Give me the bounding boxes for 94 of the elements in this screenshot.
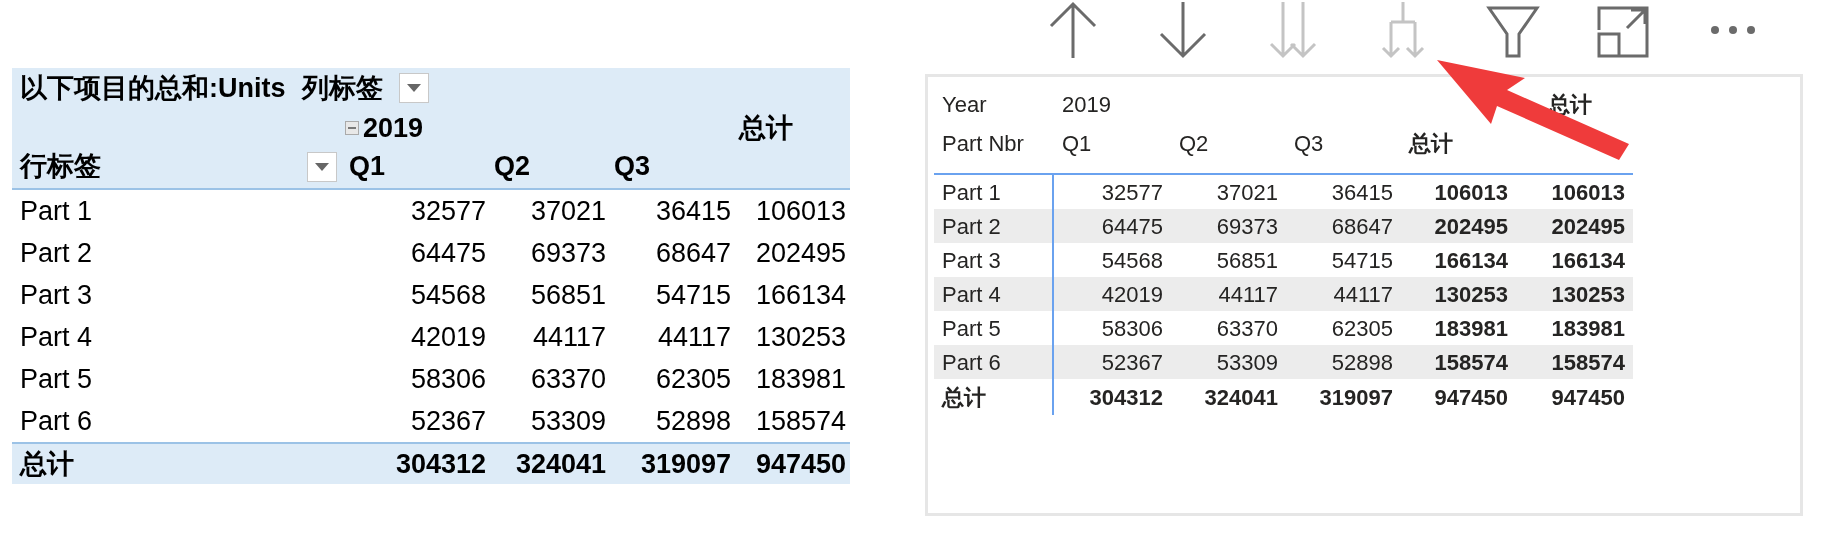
column-header: Q1 <box>1061 129 1093 158</box>
table-cell-text: 106013 <box>1550 178 1626 207</box>
table-cell-text: 947450 <box>1550 383 1626 412</box>
quarter-header: Q3 <box>613 150 652 184</box>
grand-total-header: 总计 <box>737 112 794 145</box>
table-cell-text: 32577 <box>409 194 487 228</box>
row-label: Part 2 <box>19 236 94 270</box>
table-cell-text: 54715 <box>1330 246 1394 275</box>
table-cell-text: 56851 <box>1215 246 1279 275</box>
table-cell-text: 166134 <box>754 278 847 312</box>
table-cell-text: 36415 <box>654 194 732 228</box>
table-cell-text: 130253 <box>1550 280 1626 309</box>
table-cell-text: 52367 <box>409 404 487 438</box>
year-header: 2019 <box>1061 90 1112 119</box>
table-cell-text: 158574 <box>754 404 847 438</box>
table-cell-text: 53309 <box>1215 348 1279 377</box>
table-cell-text: 106013 <box>1433 178 1509 207</box>
filter-dropdown[interactable] <box>307 151 337 182</box>
table-cell-text: 202495 <box>1550 212 1626 241</box>
table-cell-text: 52898 <box>1330 348 1394 377</box>
year-header: 2019 <box>363 112 424 145</box>
table-cell-text: 54568 <box>409 278 487 312</box>
caret-icon <box>406 84 421 92</box>
table-cell-text: 202495 <box>1433 212 1509 241</box>
table-cell-text: 130253 <box>1433 280 1509 309</box>
column-header: Q3 <box>1293 129 1325 158</box>
table-cell-text: 68647 <box>654 236 732 270</box>
table-cell-text: 58306 <box>1100 314 1164 343</box>
collapse-icon[interactable] <box>345 121 359 136</box>
column-header: Q2 <box>1178 129 1210 158</box>
table-cell-text: 64475 <box>409 236 487 270</box>
table-cell-text: 69373 <box>1215 212 1279 241</box>
column-field-label: Year <box>941 90 988 119</box>
table-cell-text: 69373 <box>529 236 607 270</box>
table-cell-text: 324041 <box>514 448 607 481</box>
table-cell-text: 44117 <box>1217 280 1279 309</box>
table-cell-text: 62305 <box>1330 314 1394 343</box>
table-cell-text: 64475 <box>1100 212 1164 241</box>
caret-icon <box>315 162 329 171</box>
table-cell-text: 42019 <box>409 320 487 354</box>
table-cell-text: 106013 <box>754 194 847 228</box>
quarter-header: Q1 <box>348 150 387 184</box>
table-cell-text: 183981 <box>1433 314 1509 343</box>
table-cell-text: 37021 <box>1215 178 1279 207</box>
value-field-label: 以下项目的总和:Units <box>20 71 286 105</box>
table-cell-text: 319097 <box>1318 383 1394 412</box>
row-label: Part 3 <box>19 278 94 312</box>
table-cell-text: 44117 <box>656 320 732 354</box>
table-cell-text: 53309 <box>529 404 607 438</box>
column-labels-header: 列标签 <box>301 71 383 105</box>
table-cell-text: 52367 <box>1100 348 1164 377</box>
table-cell-text: 44117 <box>531 320 607 354</box>
table-cell-text: 202495 <box>754 236 847 270</box>
table-cell-text: 37021 <box>529 194 607 228</box>
table-cell-text: 158574 <box>1550 348 1626 377</box>
table-cell-text: 183981 <box>1550 314 1626 343</box>
filter-dropdown[interactable] <box>398 73 429 103</box>
table-cell-text: 947450 <box>754 448 847 481</box>
table-cell-text: 54715 <box>654 278 732 312</box>
table-cell-text: 68647 <box>1330 212 1394 241</box>
row-label: Part 4 <box>19 320 94 354</box>
column-header: 总计 <box>1407 129 1454 158</box>
row-labels-header: 行标签 <box>20 150 101 184</box>
table-cell-text: 36415 <box>1330 178 1394 207</box>
table-cell-text: 166134 <box>1550 246 1626 275</box>
quarter-header: Q2 <box>493 150 532 184</box>
table-cell-text: 56851 <box>529 278 607 312</box>
grand-total-label: 总计 <box>934 379 1054 415</box>
table-cell-text: 319097 <box>639 448 732 481</box>
row-label: Part 6 <box>934 345 1054 379</box>
table-cell-text: 63370 <box>529 362 607 396</box>
table-cell-text: 324041 <box>1203 383 1279 412</box>
row-field-label: Part Nbr <box>941 129 1025 158</box>
table-cell-text: 130253 <box>754 320 847 354</box>
table-cell-text: 304312 <box>394 448 487 481</box>
row-label: Part 2 <box>934 209 1054 243</box>
row-label: Part 6 <box>19 404 94 438</box>
table-cell-text: 158574 <box>1433 348 1509 377</box>
table-cell-text: 304312 <box>1088 383 1164 412</box>
row-label: Part 5 <box>19 362 94 396</box>
table-cell-text: 52898 <box>654 404 732 438</box>
table-cell-text: 62305 <box>654 362 732 396</box>
table-cell-text: 54568 <box>1100 246 1164 275</box>
table-cell-text: 947450 <box>1433 383 1509 412</box>
table-cell-text: 63370 <box>1215 314 1279 343</box>
row-label: Part 4 <box>934 277 1054 311</box>
table-cell-text: 32577 <box>1100 178 1164 207</box>
table-cell-text: 166134 <box>1433 246 1509 275</box>
table-cell-text: 42019 <box>1100 280 1164 309</box>
table-cell-text: 183981 <box>754 362 847 396</box>
row-label: Part 1 <box>19 194 94 228</box>
table-cell-text: 44117 <box>1332 280 1394 309</box>
table-cell-text: 58306 <box>409 362 487 396</box>
grand-total-label: 总计 <box>18 448 75 481</box>
